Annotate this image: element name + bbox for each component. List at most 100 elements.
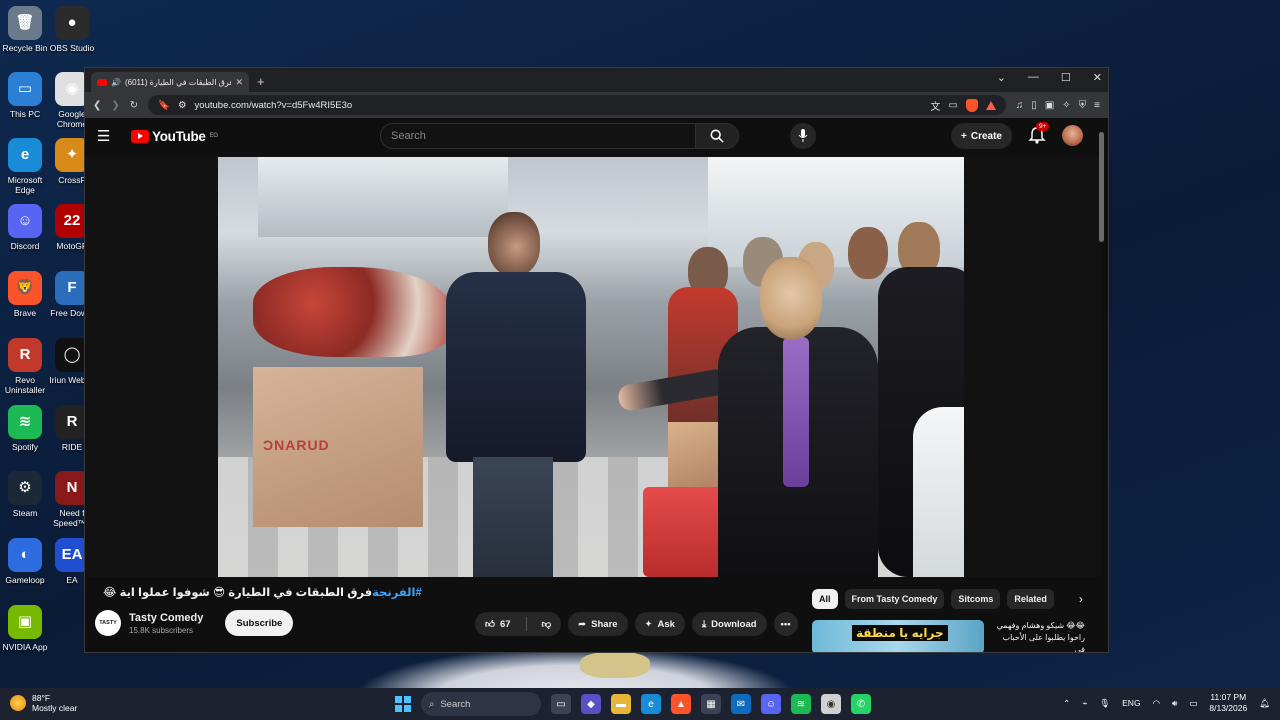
video-frame[interactable]: ƆNARUD	[218, 157, 964, 577]
discord-icon[interactable]: ☺	[761, 694, 781, 714]
task-view-icon[interactable]: ▭	[551, 694, 571, 714]
close-tab-icon[interactable]: ✕	[235, 77, 243, 88]
channel-avatar[interactable]: TASTY	[95, 610, 121, 636]
mic-icon[interactable]: 🎙︎	[1099, 698, 1110, 709]
youtube-play-icon	[131, 129, 149, 143]
whatsapp-icon[interactable]: ✆	[851, 694, 871, 714]
related-video[interactable]: جرايه يا منطقة 😂😂 شيكو وهشام وفهمي راحوا…	[812, 620, 1085, 652]
spotify-icon[interactable]: ≋	[791, 694, 811, 714]
address-bar[interactable]: 🔖 ⚙ youtube.com/watch?v=d5Fw4RI5E3o 文 ▭	[148, 95, 1006, 115]
brave-icon[interactable]: ▲	[671, 694, 691, 714]
notification-center-icon[interactable]: 🔔︎	[1259, 698, 1270, 709]
like-button[interactable]: 👍︎ 67	[475, 618, 521, 631]
start-button[interactable]	[395, 696, 411, 712]
new-tab-button[interactable]: +	[257, 74, 265, 89]
tab-search-icon[interactable]: ⌄	[997, 71, 1006, 84]
site-info-icon[interactable]: ⚙	[178, 100, 187, 111]
scrollbar[interactable]	[1099, 124, 1106, 649]
chip-all[interactable]: All	[812, 589, 838, 609]
minimize-button[interactable]: —	[1028, 71, 1039, 84]
share-button[interactable]: ➦ Share	[568, 612, 628, 636]
ask-label: Ask	[657, 618, 675, 630]
plus-icon: +	[961, 130, 967, 142]
youtube-favicon-icon	[97, 78, 107, 86]
wallet-icon[interactable]: ▣	[1045, 100, 1054, 111]
dislike-button[interactable]: 👎︎	[532, 618, 562, 630]
sparkle-icon: ✦	[644, 618, 653, 630]
wifi-icon[interactable]: ◠	[1153, 698, 1160, 709]
share-label: Share	[591, 618, 618, 630]
battery-icon[interactable]: ▭	[1189, 698, 1197, 709]
bookmark-icon[interactable]: 🔖	[158, 100, 170, 111]
desktop-icon-revo-uninstaller[interactable]: R Revo Uninstaller	[0, 338, 50, 395]
date: 8/13/2026	[1209, 703, 1248, 713]
store-icon[interactable]: ▦	[701, 694, 721, 714]
reload-icon[interactable]: ↻	[130, 100, 138, 111]
video-player[interactable]: ƆNARUD	[85, 156, 1101, 577]
media-icon[interactable]: ♫	[1016, 100, 1024, 111]
hamburger-menu-icon[interactable]: ☰	[97, 127, 119, 145]
like-dislike-group: 👍︎ 67 👎︎	[475, 612, 562, 636]
address-toolbar: ❮ ❯ ↻ 🔖 ⚙ youtube.com/watch?v=d5Fw4RI5E3…	[85, 92, 1108, 118]
clock[interactable]: 11:07 PM 8/13/2026	[1209, 692, 1247, 714]
outlook-icon[interactable]: ✉	[731, 694, 751, 714]
maximize-button[interactable]: ☐	[1061, 71, 1071, 84]
related-thumbnail[interactable]: جرايه يا منطقة	[812, 620, 984, 652]
chevron-up-icon[interactable]: ⌃	[1063, 698, 1070, 709]
chip-related[interactable]: Related	[1007, 589, 1054, 609]
close-window-button[interactable]: ✕	[1093, 71, 1102, 84]
chip-from-channel[interactable]: From Tasty Comedy	[844, 589, 945, 609]
weather-widget[interactable]: 88°F Mostly clear	[10, 693, 77, 713]
desktop-icon-label: OBS Studio	[49, 43, 95, 53]
desktop-icon-discord[interactable]: ☺ Discord	[0, 204, 50, 251]
more-actions-button[interactable]: •••	[773, 612, 798, 636]
chip-sitcoms[interactable]: Sitcoms	[951, 589, 1001, 609]
chevron-right-icon[interactable]: ›	[1079, 592, 1083, 606]
copilot-icon[interactable]: ◆	[581, 694, 601, 714]
filter-chips: All From Tasty Comedy Sitcoms Related ›	[812, 589, 1083, 609]
desktop-icon-recycle-bin[interactable]: 🗑 Recycle Bin	[0, 6, 50, 53]
create-label: Create	[970, 130, 1002, 142]
desktop-icon-spotify[interactable]: ≋ Spotify	[0, 405, 50, 452]
vpn-icon[interactable]: ⛨	[1079, 100, 1087, 111]
account-avatar[interactable]	[1062, 125, 1083, 146]
language-indicator[interactable]: ENG	[1122, 698, 1140, 708]
related-title[interactable]: 😂😂 شيكو وهشام وفهمي راحوا يطلبوا على الأ…	[990, 620, 1085, 652]
desktop-icon-nvidia-app[interactable]: ▣ NVIDIA App	[0, 605, 50, 652]
download-button[interactable]: ⤓ Download	[691, 612, 767, 636]
translate-icon[interactable]: 文	[930, 98, 940, 113]
desktop-icon-obs-studio[interactable]: ● OBS Studio	[46, 6, 98, 53]
desktop-icon-this-pc[interactable]: ▭ This PC	[0, 72, 50, 119]
network-icon[interactable]: ⌁	[1082, 698, 1087, 709]
edge-icon[interactable]: e	[641, 694, 661, 714]
chrome-icon[interactable]: ◉	[821, 694, 841, 714]
taskbar-search[interactable]: ⌕ Search	[421, 692, 541, 716]
hashtag-link[interactable]: #الفرنجة	[372, 587, 422, 599]
search-button[interactable]	[696, 123, 739, 149]
desktop-icon-gameloop[interactable]: ◐ Gameloop	[0, 538, 50, 585]
url-text[interactable]: youtube.com/watch?v=d5Fw4RI5E3o	[195, 100, 923, 111]
voice-search-button[interactable]	[790, 123, 816, 149]
sidebar-icon[interactable]: ▯	[1031, 100, 1037, 111]
desktop-icon-microsoft-edge[interactable]: e Microsoft Edge	[0, 138, 50, 195]
create-button[interactable]: + Create	[951, 123, 1012, 149]
volume-icon[interactable]: 🔊︎	[1172, 698, 1177, 709]
desktop-icon-brave[interactable]: 🦁 Brave	[0, 271, 50, 318]
subscriber-count: 15.8K subscribers	[129, 625, 194, 635]
cast-icon[interactable]: ▭	[948, 100, 957, 111]
search-input[interactable]	[380, 123, 696, 149]
back-icon[interactable]: ❮	[93, 100, 101, 111]
brave-shields-icon[interactable]	[965, 98, 978, 112]
file-explorer-icon[interactable]: ▬	[611, 694, 631, 714]
desktop-icon-steam[interactable]: ⚙ Steam	[0, 471, 50, 518]
subscribe-button[interactable]: Subscribe	[225, 610, 294, 636]
channel-name[interactable]: Tasty Comedy	[129, 612, 203, 624]
menu-icon[interactable]: ≡	[1094, 100, 1100, 111]
ask-button[interactable]: ✦ Ask	[634, 612, 685, 636]
leo-icon[interactable]: ✧	[1062, 100, 1070, 111]
brave-rewards-icon[interactable]	[985, 100, 996, 110]
like-count: 67	[499, 618, 511, 630]
youtube-logo[interactable]: YouTube EG	[131, 129, 218, 144]
forward-icon[interactable]: ❯	[111, 100, 119, 111]
browser-tab[interactable]: 🔊 (6011) فرق الطبقات في الطيارة ✕	[91, 72, 249, 92]
